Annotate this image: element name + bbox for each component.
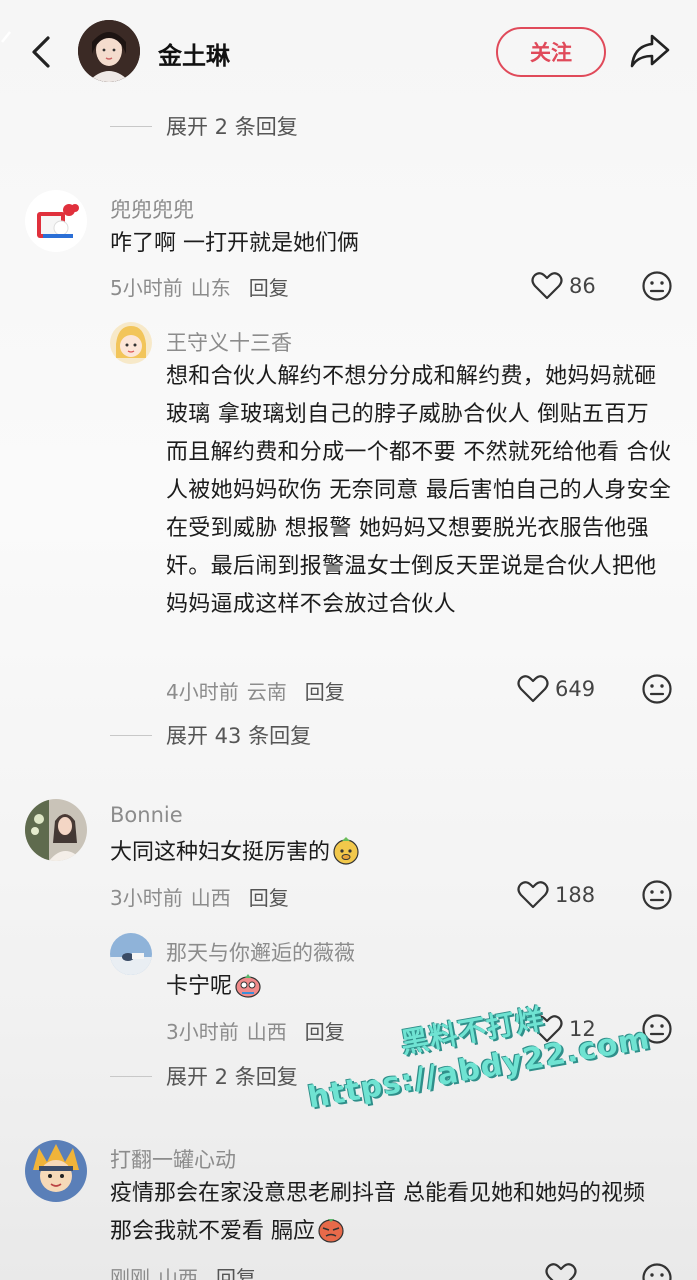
- comment-avatar[interactable]: [25, 799, 87, 861]
- comment-username[interactable]: 打翻一罐心动: [110, 1144, 236, 1174]
- comment-text-row: 大同这种妇女挺厉害的: [110, 834, 630, 872]
- comment-username[interactable]: 兜兜兜兜: [110, 194, 194, 224]
- divider: [110, 1075, 152, 1077]
- cartoon-girl-icon: [110, 322, 152, 364]
- reply-button[interactable]: 回复: [216, 1262, 256, 1280]
- like-count: 188: [555, 883, 596, 907]
- chevron-left-icon: [32, 36, 50, 68]
- reply-time: 3小时前: [166, 1020, 239, 1044]
- share-arrow-icon: [630, 34, 670, 68]
- reply-text: 卡宁呢: [166, 974, 233, 999]
- reply-avatar[interactable]: [110, 933, 152, 975]
- heart-icon: [545, 1263, 577, 1280]
- expand-replies-button[interactable]: 展开 2 条回复: [110, 111, 298, 141]
- portrait-icon: [78, 20, 140, 82]
- comment-location: 山西: [190, 886, 231, 910]
- expand-replies-label: 展开 2 条回复: [166, 1065, 298, 1089]
- back-button[interactable]: [24, 30, 60, 74]
- reply-text: 想和合伙人解约不想分分成和解约费，她妈妈就砸玻璃 拿玻璃划自己的脖子威胁合伙人 …: [166, 364, 672, 617]
- comment-time: 5小时前: [110, 276, 183, 300]
- hello-kitty-icon: [25, 190, 87, 252]
- comment-meta: 3小时前 山西 回复: [110, 882, 289, 911]
- comment-text: 疫情那会在家没意思老刷抖音 总能看见她和她妈的视频 那会我就不爱看 膈应: [110, 1181, 645, 1244]
- reply-button[interactable]: 回复: [305, 676, 345, 705]
- follow-button[interactable]: 关注: [496, 27, 606, 77]
- dislike-button[interactable]: [641, 673, 673, 705]
- emoji-sticker-icon: [235, 974, 261, 998]
- emoji-sticker-icon: [318, 1219, 344, 1243]
- comment-text-row: 疫情那会在家没意思老刷抖音 总能看见她和她妈的视频 那会我就不爱看 膈应: [110, 1175, 670, 1251]
- meh-face-icon: [642, 1263, 672, 1280]
- author-avatar[interactable]: [78, 20, 140, 82]
- like-button[interactable]: 86: [531, 271, 596, 301]
- anime-avatar-icon: [25, 1140, 87, 1202]
- heart-icon: [531, 272, 563, 300]
- comment-location: 山东: [190, 276, 231, 300]
- like-button[interactable]: [545, 1262, 577, 1280]
- comment-text: 大同这种妇女挺厉害的: [110, 840, 331, 865]
- reply-avatar[interactable]: [110, 322, 152, 364]
- share-button[interactable]: [628, 30, 672, 72]
- dislike-button[interactable]: [641, 879, 673, 911]
- reply-username[interactable]: 王守义十三香: [166, 327, 292, 357]
- like-button[interactable]: 188: [517, 880, 595, 910]
- reply-meta: 4小时前 云南 回复: [166, 676, 345, 705]
- like-button[interactable]: 649: [517, 674, 595, 704]
- reply-button[interactable]: 回复: [249, 882, 289, 911]
- like-count: 649: [555, 677, 596, 701]
- expand-replies-button[interactable]: 展开 2 条回复: [110, 1061, 298, 1091]
- emoji-sticker-icon: [333, 837, 359, 865]
- heart-icon: [517, 881, 549, 909]
- expand-replies-label: 展开 2 条回复: [166, 115, 298, 139]
- meh-face-icon: [642, 271, 672, 301]
- comment-time: 刚刚: [110, 1266, 150, 1280]
- divider: [110, 734, 152, 736]
- dislike-button[interactable]: [641, 270, 673, 302]
- author-name[interactable]: 金土琳: [158, 36, 230, 71]
- heart-icon: [517, 675, 549, 703]
- comment-meta: 5小时前 山东 回复: [110, 272, 289, 301]
- edge-swipe-icon: [1, 31, 11, 43]
- comment-location: 山西: [158, 1266, 198, 1280]
- dislike-button[interactable]: [641, 1262, 673, 1280]
- comment-avatar[interactable]: [25, 190, 87, 252]
- comment-time: 3小时前: [110, 886, 183, 910]
- photo-avatar-icon: [110, 933, 152, 975]
- reply-location: 山西: [246, 1020, 287, 1044]
- like-count: 86: [569, 274, 596, 298]
- comment-text: 咋了啊 一打开就是她们俩: [110, 231, 359, 256]
- top-bar: 金土琳 关注: [0, 0, 697, 100]
- comment-avatar[interactable]: [25, 1140, 87, 1202]
- comment-meta: 刚刚 山西 回复: [110, 1262, 256, 1280]
- reply-username[interactable]: 那天与你邂逅的薇薇: [166, 937, 355, 967]
- expand-replies-label: 展开 43 条回复: [166, 724, 312, 748]
- meh-face-icon: [642, 674, 672, 704]
- reply-time: 4小时前: [166, 680, 239, 704]
- expand-replies-button[interactable]: 展开 43 条回复: [110, 720, 311, 750]
- photo-avatar-icon: [25, 799, 87, 861]
- divider: [110, 125, 152, 127]
- reply-button[interactable]: 回复: [249, 272, 289, 301]
- reply-location: 云南: [246, 680, 287, 704]
- comment-username[interactable]: Bonnie: [110, 803, 183, 827]
- meh-face-icon: [642, 880, 672, 910]
